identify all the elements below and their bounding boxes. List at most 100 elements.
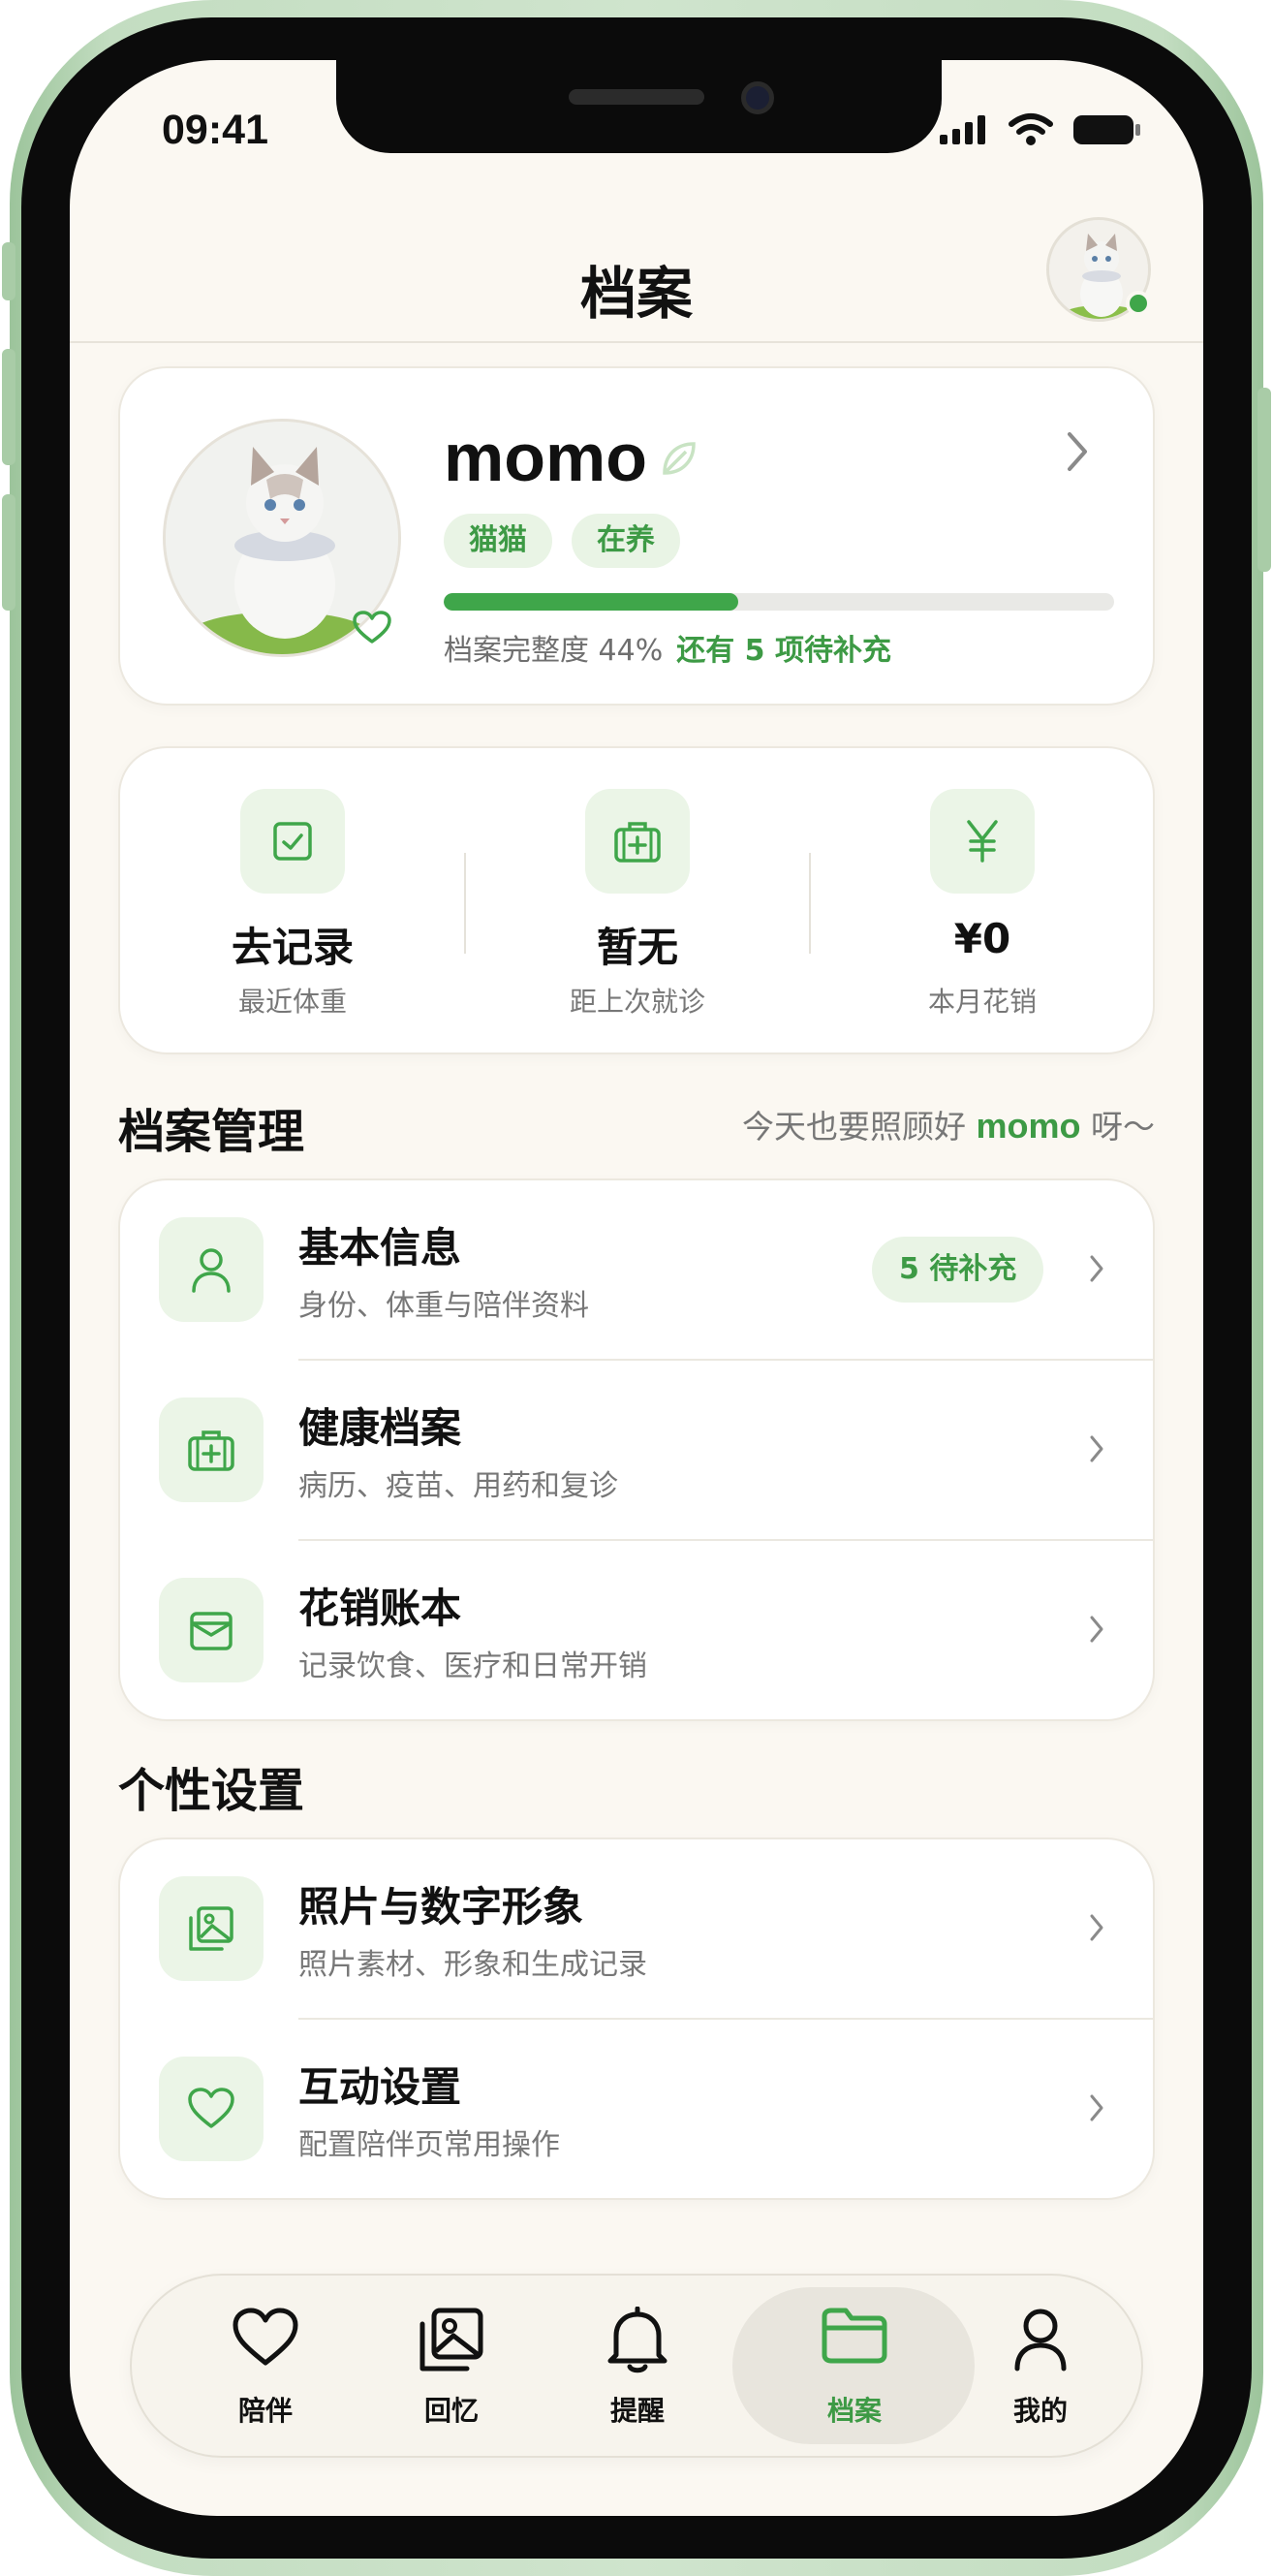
- person-icon: [1014, 2309, 1067, 2372]
- power-button: [1257, 388, 1271, 572]
- person-icon: [192, 1248, 231, 1293]
- stat-weight-label: 最近体重: [237, 986, 347, 1018]
- chevron-right-icon: [1090, 1255, 1103, 1282]
- speaker: [569, 89, 704, 105]
- header: 档案: [70, 217, 1203, 343]
- completion-progress-bar: [444, 593, 1114, 611]
- health-record-icon-box: [159, 1398, 264, 1502]
- volume-up-button: [2, 349, 16, 465]
- stat-weight[interactable]: 去记录 最近体重: [120, 748, 465, 1056]
- chevron-right-icon: [1090, 2094, 1103, 2121]
- list-item-subtitle: 照片素材、形象和生成记录: [298, 1948, 647, 1982]
- signal-icon: [940, 115, 985, 144]
- list-item-subtitle: 记录饮食、医疗和日常开销: [298, 1649, 647, 1683]
- folder-icon: [822, 2308, 887, 2364]
- wifi-icon: [1009, 113, 1053, 145]
- stat-last-visit[interactable]: 暂无 距上次就诊: [465, 748, 810, 1056]
- settings-list: 照片与数字形象 照片素材、形象和生成记录 互动设置 配置陪伴页常用操作: [118, 1838, 1155, 2200]
- interaction-icon-box: [159, 2057, 264, 2161]
- pet-tag-status: 在养: [572, 514, 680, 568]
- chevron-right-icon: [1090, 1435, 1103, 1462]
- list-item-title: 花销账本: [298, 1585, 462, 1632]
- tab-icon-wrap: [159, 2307, 372, 2369]
- bottom-tab-bar: 陪伴 回忆 提醒 档案 我的: [130, 2274, 1143, 2458]
- pet-tag-species: 猫猫: [444, 514, 552, 568]
- status-time: 09:41: [162, 107, 268, 153]
- status-icons: [938, 112, 1143, 147]
- list-item-health-record[interactable]: 健康档案 病历、疫苗、用药和复诊: [120, 1361, 1153, 1541]
- chevron-right-icon: [1090, 1914, 1103, 1941]
- stat-spend-icon-box: [930, 789, 1035, 894]
- archive-section-hint: 今天也要照顾好 momo 呀～: [742, 1101, 1155, 1147]
- tab-label: 档案: [826, 2395, 882, 2427]
- expense-book-icon-box: [159, 1578, 264, 1682]
- pending-badge: 5 待补充: [872, 1237, 1044, 1303]
- tab-label: 提醒: [609, 2395, 665, 2427]
- completion-percent-text: 档案完整度 44%: [444, 634, 664, 668]
- stat-visit-label: 距上次就诊: [569, 986, 705, 1018]
- favorite-heart-icon[interactable]: [353, 611, 391, 645]
- tab-memories[interactable]: 回忆: [345, 2276, 558, 2460]
- list-item-expense-book[interactable]: 花销账本 记录饮食、医疗和日常开销: [120, 1541, 1153, 1719]
- stat-spend-label: 本月花销: [927, 986, 1037, 1018]
- archive-list: 基本信息 身份、体重与陪伴资料 5 待补充 健康档案 病历、疫苗、用药和复诊 花…: [118, 1178, 1155, 1721]
- list-item-subtitle: 病历、疫苗、用药和复诊: [298, 1469, 618, 1503]
- stats-card: 去记录 最近体重 暂无 距上次就诊 ¥0 本月花销: [118, 746, 1155, 1054]
- hint-suffix: 呀～: [1091, 1108, 1155, 1146]
- medical-kit-icon: [188, 1430, 234, 1471]
- completion-progress-fill: [444, 593, 739, 611]
- front-camera: [741, 81, 774, 114]
- stat-visit-icon-box: [585, 789, 690, 894]
- tab-icon-wrap: [531, 2307, 744, 2374]
- notch: [336, 60, 942, 153]
- photo-stack-icon: [419, 2308, 483, 2372]
- heart-icon: [188, 2088, 234, 2128]
- list-item-title: 照片与数字形象: [298, 1883, 584, 1931]
- online-status-dot: [1126, 291, 1151, 316]
- volume-down-button: [2, 494, 16, 611]
- chevron-right-icon[interactable]: [1066, 430, 1089, 473]
- list-item-basic-info[interactable]: 基本信息 身份、体重与陪伴资料 5 待补充: [120, 1180, 1153, 1361]
- photos-icon-box: [159, 1876, 264, 1981]
- bell-icon: [607, 2307, 668, 2373]
- tab-me[interactable]: 我的: [934, 2276, 1147, 2460]
- tab-icon-wrap: [934, 2307, 1147, 2372]
- list-item-title: 健康档案: [298, 1404, 462, 1452]
- tab-label: 我的: [1012, 2395, 1068, 2427]
- chevron-right-icon: [1090, 1616, 1103, 1643]
- check-square-icon: [273, 822, 312, 861]
- photo-stack-icon: [189, 1906, 233, 1951]
- screen: 09:41 档案 momo 猫猫 在养 档案完整度 44% 还有 5 项待补充 …: [70, 60, 1203, 2516]
- tab-companion[interactable]: 陪伴: [159, 2276, 372, 2460]
- stat-monthly-spend[interactable]: ¥0 本月花销: [810, 748, 1155, 1056]
- medical-kit-icon: [614, 822, 661, 863]
- tab-icon-wrap: [345, 2307, 558, 2372]
- stat-weight-value: 去记录: [231, 924, 354, 971]
- list-item-interaction-settings[interactable]: 互动设置 配置陪伴页常用操作: [120, 2020, 1153, 2198]
- hint-prefix: 今天也要照顾好: [742, 1108, 966, 1146]
- battery-icon: [1073, 115, 1140, 144]
- completion-text: 档案完整度 44% 还有 5 项待补充: [444, 626, 891, 669]
- yen-icon: [967, 820, 998, 863]
- pet-name: momo: [444, 420, 647, 495]
- hint-pet-name: momo: [976, 1106, 1081, 1146]
- list-item-photos-avatar[interactable]: 照片与数字形象 照片素材、形象和生成记录: [120, 1839, 1153, 2020]
- list-item-title: 互动设置: [298, 2063, 462, 2111]
- tab-archive[interactable]: 档案: [748, 2276, 961, 2460]
- tab-reminders[interactable]: 提醒: [531, 2276, 744, 2460]
- stat-visit-value: 暂无: [596, 924, 678, 971]
- heart-icon: [233, 2308, 298, 2366]
- list-item-subtitle: 身份、体重与陪伴资料: [298, 1289, 589, 1323]
- tab-label: 陪伴: [237, 2395, 293, 2427]
- list-item-subtitle: 配置陪伴页常用操作: [298, 2128, 560, 2162]
- stat-spend-value: ¥0: [953, 915, 1011, 962]
- stat-weight-icon-box: [240, 789, 345, 894]
- archive-section-title: 档案管理: [118, 1105, 305, 1159]
- completion-hint-link[interactable]: 还有 5 项待补充: [676, 634, 891, 668]
- tab-icon-wrap: [748, 2307, 961, 2365]
- tab-label: 回忆: [423, 2395, 479, 2427]
- list-item-title: 基本信息: [298, 1224, 462, 1272]
- page-title: 档案: [579, 261, 693, 327]
- pet-profile-card[interactable]: momo 猫猫 在养 档案完整度 44% 还有 5 项待补充: [118, 366, 1155, 706]
- leaf-icon: [663, 442, 696, 475]
